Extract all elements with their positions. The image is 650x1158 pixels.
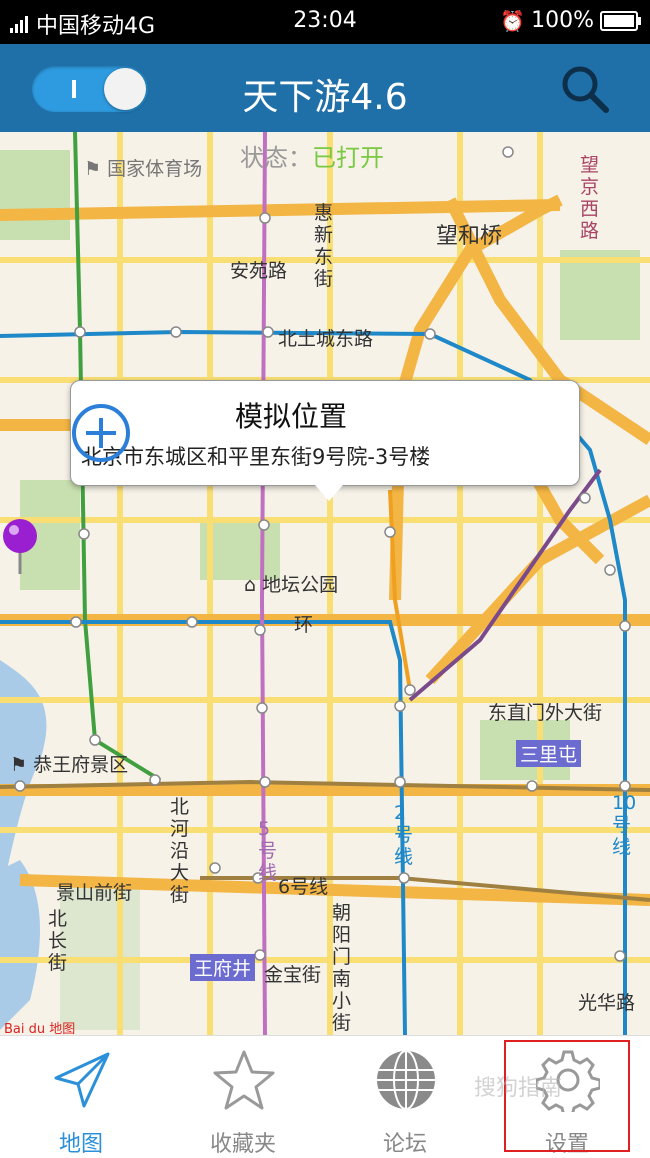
label-guanghua: 光华路 bbox=[578, 992, 636, 1014]
label-anyuan: 安苑路 bbox=[230, 260, 288, 282]
add-favorite-icon[interactable] bbox=[71, 403, 131, 463]
star-icon bbox=[213, 1050, 275, 1110]
tab-forum[interactable]: 论坛 bbox=[324, 1036, 486, 1157]
label-beichang: 北长街 bbox=[48, 908, 68, 974]
alarm-icon: ⏰ bbox=[500, 8, 526, 33]
label-line6: 6号线 bbox=[278, 876, 329, 898]
battery-percent: 100% bbox=[531, 8, 594, 33]
poi-ditan: ⌂ 地坛公园 bbox=[244, 574, 339, 596]
map-view[interactable]: 状态：已打开 ⚑ 国家体育场 安苑路 望和桥 北土城东路 ⌂ 地坛公园 环 东直… bbox=[0, 132, 650, 1035]
battery-icon bbox=[600, 10, 641, 31]
label-jinbao: 金宝街 bbox=[264, 964, 322, 986]
label-huan: 环 bbox=[294, 614, 314, 636]
label-chaoyangmen: 朝阳门南小街 bbox=[332, 902, 352, 1034]
tab-map-label: 地图 bbox=[58, 1132, 103, 1157]
globe-icon bbox=[377, 1050, 435, 1110]
label-wanghe: 望和桥 bbox=[436, 224, 503, 249]
label-line10: 10号线 bbox=[612, 792, 637, 858]
status-value: 已打开 bbox=[312, 144, 384, 172]
poi-gongwangfu: ⚑ 恭王府景区 bbox=[10, 754, 129, 776]
app-title: 天下游4.6 bbox=[242, 77, 408, 118]
callout-title: 模拟位置 bbox=[234, 400, 347, 433]
watermark: 搜狗指南 bbox=[474, 1076, 563, 1101]
location-pin-icon[interactable] bbox=[0, 518, 40, 578]
status-bar: 中国移动4G 23:04 ⏰ 100% bbox=[0, 0, 650, 44]
label-dongzhimen: 东直门外大街 bbox=[488, 702, 603, 724]
callout-tail bbox=[315, 485, 343, 501]
search-icon[interactable] bbox=[560, 64, 610, 114]
tab-forum-label: 论坛 bbox=[382, 1132, 427, 1157]
tab-favorites[interactable]: 收藏夹 bbox=[162, 1036, 324, 1157]
tab-map[interactable]: 地图 bbox=[0, 1036, 162, 1157]
label-jingshan: 景山前街 bbox=[56, 882, 133, 904]
callout-address: 北京市东城区和平里东街9号院-3号楼 bbox=[81, 445, 431, 469]
send-arrow-icon bbox=[54, 1052, 110, 1108]
label-huixin: 惠新东街 bbox=[314, 202, 334, 290]
status-right: ⏰ 100% bbox=[500, 8, 641, 33]
label-wangfujing: 王府井 bbox=[190, 954, 256, 981]
app-header: 天下游4.6 bbox=[0, 44, 650, 132]
label-sanlitun: 三里屯 bbox=[516, 740, 582, 767]
label-wangjing: 望京西路 bbox=[580, 154, 600, 242]
toggle-status: 状态：已打开 bbox=[240, 138, 384, 173]
location-callout[interactable]: 模拟位置 北京市东城区和平里东街9号院-3号楼 bbox=[70, 380, 580, 501]
baidu-logo: Bai du 地图 bbox=[4, 1022, 76, 1035]
label-line2: 2号线 bbox=[394, 802, 414, 868]
tab-favorites-label: 收藏夹 bbox=[209, 1132, 276, 1157]
status-label: 状态： bbox=[240, 144, 312, 172]
label-beihe: 北河沿大街 bbox=[170, 796, 190, 906]
poi-stadium: ⚑ 国家体育场 bbox=[84, 158, 203, 180]
label-line5: 5号线 bbox=[258, 818, 278, 884]
label-beitucheng: 北土城东路 bbox=[278, 328, 374, 350]
